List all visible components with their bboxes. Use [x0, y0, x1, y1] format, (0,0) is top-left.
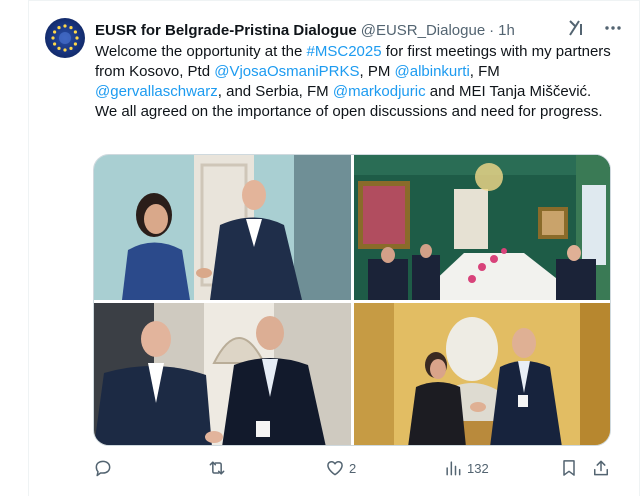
hashtag-link[interactable]: #MSC2025	[307, 43, 382, 60]
timestamp[interactable]: 1h	[498, 22, 515, 39]
share-icon	[594, 460, 608, 476]
photo-meeting-room-green[interactable]	[354, 155, 610, 300]
views-count: 132	[467, 460, 489, 476]
share-button[interactable]	[591, 458, 611, 478]
more-options-icon[interactable]	[603, 18, 623, 38]
like-count: 2	[349, 460, 357, 476]
avatar[interactable]	[45, 18, 85, 58]
retweet-button[interactable]	[207, 458, 231, 478]
photo-handshake-djuric[interactable]	[94, 303, 351, 445]
heart-icon	[327, 461, 343, 476]
photo-handshake-miscevic[interactable]	[354, 303, 610, 445]
mention-link[interactable]: @VjosaOsmaniPRKS	[214, 63, 359, 80]
grok-icon[interactable]	[567, 18, 587, 38]
tweet-card[interactable]: EUSR for Belgrade-Pristina Dialogue @EUS…	[28, 0, 640, 496]
reply-icon	[95, 460, 111, 477]
tweet-text: Welcome the opportunity at the #MSC2025 …	[95, 42, 615, 122]
mention-link[interactable]: @gervallaschwarz	[95, 83, 218, 100]
views-button[interactable]: 132	[443, 458, 489, 478]
retweet-icon	[209, 461, 225, 475]
bookmark-button[interactable]	[559, 458, 579, 478]
tweet-text-segment: , FM	[469, 63, 500, 80]
photo-handshake-osmani[interactable]	[94, 155, 351, 300]
analytics-icon	[446, 461, 461, 476]
reply-button[interactable]	[93, 458, 117, 478]
tweet-header: EUSR for Belgrade-Pristina Dialogue @EUS…	[95, 20, 515, 40]
tweet-text-segment: Welcome the opportunity at the	[95, 43, 307, 60]
author-name[interactable]: EUSR for Belgrade-Pristina Dialogue	[95, 22, 357, 39]
separator-dot: ·	[489, 21, 495, 39]
author-handle[interactable]: @EUSR_Dialogue	[361, 22, 485, 39]
mention-link[interactable]: @albinkurti	[395, 63, 470, 80]
tweet-text-segment: , and Serbia, FM	[217, 83, 333, 100]
bookmark-icon	[563, 460, 575, 476]
tweet-text-segment: , PM	[359, 63, 395, 80]
like-button[interactable]: 2	[325, 458, 356, 478]
photo-grid	[93, 154, 611, 446]
divider	[29, 0, 640, 1]
eu-stars-icon	[51, 24, 79, 52]
mention-link[interactable]: @markodjuric	[333, 83, 426, 100]
